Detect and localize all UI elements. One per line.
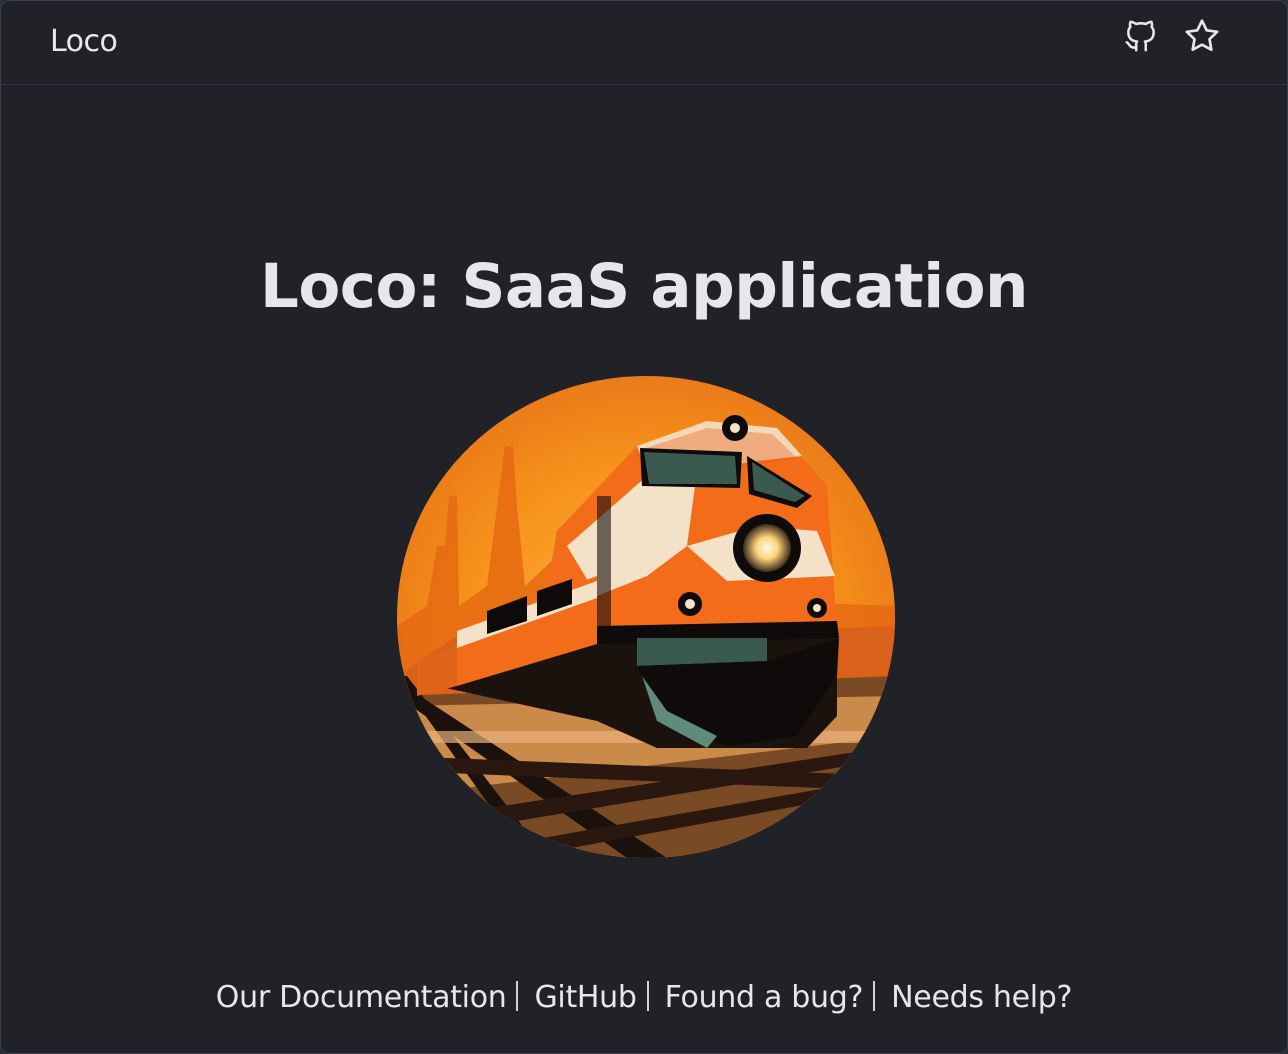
footer-link-needs-help[interactable]: Needs help?: [891, 980, 1072, 1015]
star-icon: [1185, 19, 1219, 51]
locomotive-hero-image: [397, 376, 895, 858]
footer-link-found-bug[interactable]: Found a bug?: [665, 980, 864, 1015]
brand-link[interactable]: Loco: [50, 24, 118, 59]
app-window: Loco Loco: SaaS application Our Document…: [0, 0, 1288, 1054]
footer-divider: [646, 981, 649, 1011]
footer-link-github[interactable]: GitHub: [534, 980, 636, 1015]
github-link[interactable]: [1121, 16, 1161, 56]
footer-divider: [873, 981, 876, 1011]
footer-links: Our Documentation GitHub Found a bug? Needs…: [1, 980, 1287, 1015]
page-title: Loco: SaaS application: [260, 251, 1028, 322]
github-icon: [1125, 20, 1155, 52]
footer-divider: [516, 981, 519, 1011]
footer-link-documentation[interactable]: Our Documentation: [216, 980, 507, 1015]
star-link[interactable]: [1182, 16, 1222, 56]
top-navbar: Loco: [1, 1, 1287, 85]
